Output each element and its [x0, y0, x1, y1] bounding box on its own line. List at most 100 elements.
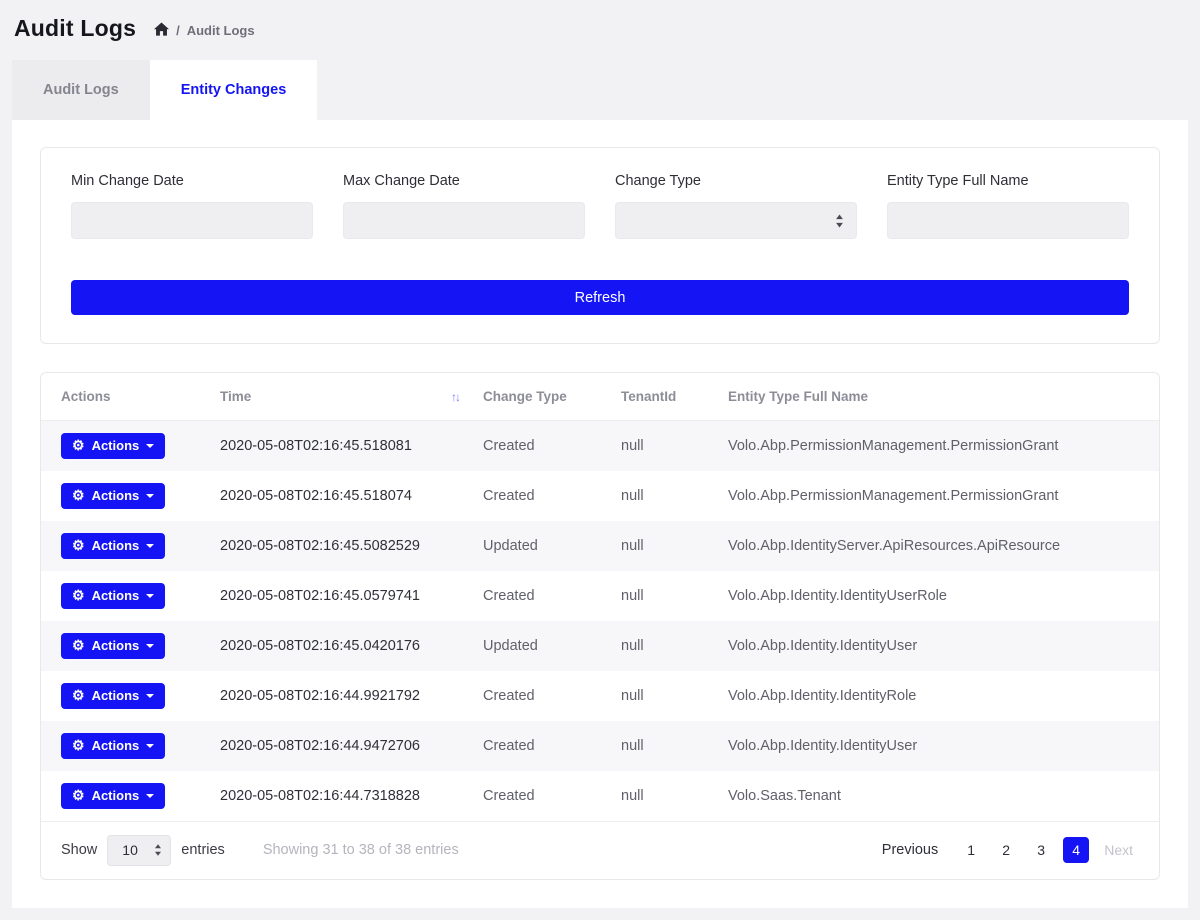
- cell-change-type: Updated: [471, 621, 609, 671]
- caret-down-icon: [146, 744, 154, 748]
- cell-tenant-id: null: [609, 621, 716, 671]
- row-actions-button[interactable]: ⚙Actions: [61, 683, 165, 709]
- caret-down-icon: [146, 544, 154, 548]
- caret-down-icon: [146, 444, 154, 448]
- min-change-date-label: Min Change Date: [71, 173, 313, 189]
- column-header-actions: Actions: [41, 373, 208, 421]
- change-type-label: Change Type: [615, 173, 857, 189]
- breadcrumb: / Audit Logs: [154, 23, 255, 38]
- cell-tenant-id: null: [609, 421, 716, 471]
- table-row: ⚙Actions 2020-05-08T02:16:45.0420176 Upd…: [41, 621, 1159, 671]
- cell-time: 2020-05-08T02:16:45.518081: [208, 421, 471, 471]
- pagination: Previous 1 2 3 4 Next: [876, 837, 1139, 863]
- row-actions-button[interactable]: ⚙Actions: [61, 483, 165, 509]
- row-actions-button[interactable]: ⚙Actions: [61, 533, 165, 559]
- min-change-date-input[interactable]: [71, 202, 313, 239]
- cell-change-type: Updated: [471, 521, 609, 571]
- column-header-tenant-id: TenantId: [609, 373, 716, 421]
- table-row: ⚙Actions 2020-05-08T02:16:44.9472706 Cre…: [41, 721, 1159, 771]
- field-change-type: Change Type: [615, 173, 857, 239]
- row-actions-button[interactable]: ⚙Actions: [61, 733, 165, 759]
- page-size-select[interactable]: 10: [107, 835, 171, 866]
- cell-time: 2020-05-08T02:16:45.518074: [208, 471, 471, 521]
- table-row: ⚙Actions 2020-05-08T02:16:45.518074 Crea…: [41, 471, 1159, 521]
- cell-time: 2020-05-08T02:16:44.9472706: [208, 721, 471, 771]
- table-row: ⚙Actions 2020-05-08T02:16:44.9921792 Cre…: [41, 671, 1159, 721]
- gear-icon: ⚙: [72, 538, 85, 552]
- cell-time: 2020-05-08T02:16:45.5082529: [208, 521, 471, 571]
- row-actions-button[interactable]: ⚙Actions: [61, 633, 165, 659]
- pagination-page-3[interactable]: 3: [1028, 837, 1054, 863]
- pagination-page-4[interactable]: 4: [1063, 837, 1089, 863]
- cell-entity-type: Volo.Abp.Identity.IdentityUser: [716, 621, 1159, 671]
- cell-change-type: Created: [471, 671, 609, 721]
- cell-time: 2020-05-08T02:16:45.0420176: [208, 621, 471, 671]
- gear-icon: ⚙: [72, 738, 85, 752]
- entity-changes-table-card: Actions Time ↑↓ Change Type TenantId Ent…: [40, 372, 1160, 880]
- tab-bar: Audit Logs Entity Changes: [12, 60, 1188, 120]
- cell-time: 2020-05-08T02:16:45.0579741: [208, 571, 471, 621]
- gear-icon: ⚙: [72, 688, 85, 702]
- gear-icon: ⚙: [72, 438, 85, 452]
- column-header-time[interactable]: Time ↑↓: [208, 373, 471, 421]
- cell-change-type: Created: [471, 421, 609, 471]
- column-header-entity-type: Entity Type Full Name: [716, 373, 1159, 421]
- cell-entity-type: Volo.Abp.Identity.IdentityUserRole: [716, 571, 1159, 621]
- row-actions-button[interactable]: ⚙Actions: [61, 783, 165, 809]
- cell-change-type: Created: [471, 721, 609, 771]
- refresh-button[interactable]: Refresh: [71, 280, 1129, 315]
- tab-audit-logs[interactable]: Audit Logs: [12, 60, 150, 120]
- entries-label: entries: [181, 842, 225, 858]
- cell-change-type: Created: [471, 571, 609, 621]
- cell-entity-type: Volo.Abp.Identity.IdentityUser: [716, 721, 1159, 771]
- cell-time: 2020-05-08T02:16:44.9921792: [208, 671, 471, 721]
- cell-tenant-id: null: [609, 771, 716, 821]
- show-label: Show: [61, 842, 97, 858]
- tab-entity-changes[interactable]: Entity Changes: [150, 60, 318, 120]
- table-row: ⚙Actions 2020-05-08T02:16:45.5082529 Upd…: [41, 521, 1159, 571]
- breadcrumb-current: Audit Logs: [187, 23, 255, 38]
- table-row: ⚙Actions 2020-05-08T02:16:45.0579741 Cre…: [41, 571, 1159, 621]
- cell-entity-type: Volo.Abp.PermissionManagement.Permission…: [716, 421, 1159, 471]
- row-actions-button[interactable]: ⚙Actions: [61, 583, 165, 609]
- cell-entity-type: Volo.Abp.IdentityServer.ApiResources.Api…: [716, 521, 1159, 571]
- max-change-date-input[interactable]: [343, 202, 585, 239]
- pagination-page-1[interactable]: 1: [958, 837, 984, 863]
- pagination-page-2[interactable]: 2: [993, 837, 1019, 863]
- entity-type-full-name-label: Entity Type Full Name: [887, 173, 1129, 189]
- cell-entity-type: Volo.Abp.PermissionManagement.Permission…: [716, 471, 1159, 521]
- caret-down-icon: [146, 644, 154, 648]
- entity-changes-table: Actions Time ↑↓ Change Type TenantId Ent…: [41, 373, 1159, 821]
- pagination-previous[interactable]: Previous: [876, 837, 944, 863]
- max-change-date-label: Max Change Date: [343, 173, 585, 189]
- caret-down-icon: [146, 594, 154, 598]
- gear-icon: ⚙: [72, 638, 85, 652]
- cell-time: 2020-05-08T02:16:44.7318828: [208, 771, 471, 821]
- caret-down-icon: [146, 494, 154, 498]
- filter-card: Min Change Date Max Change Date Change T…: [40, 147, 1160, 344]
- cell-entity-type: Volo.Saas.Tenant: [716, 771, 1159, 821]
- table-row: ⚙Actions 2020-05-08T02:16:44.7318828 Cre…: [41, 771, 1159, 821]
- page-title: Audit Logs: [14, 15, 136, 42]
- sort-icon[interactable]: ↑↓: [451, 390, 459, 404]
- gear-icon: ⚙: [72, 588, 85, 602]
- main-panel: Min Change Date Max Change Date Change T…: [12, 120, 1188, 908]
- column-header-change-type: Change Type: [471, 373, 609, 421]
- table-row: ⚙Actions 2020-05-08T02:16:45.518081 Crea…: [41, 421, 1159, 471]
- home-icon[interactable]: [154, 22, 169, 36]
- caret-down-icon: [146, 694, 154, 698]
- gear-icon: ⚙: [72, 788, 85, 802]
- cell-tenant-id: null: [609, 671, 716, 721]
- row-actions-button[interactable]: ⚙Actions: [61, 433, 165, 459]
- cell-tenant-id: null: [609, 471, 716, 521]
- change-type-select[interactable]: [615, 202, 857, 239]
- topbar: Audit Logs / Audit Logs: [0, 0, 1200, 53]
- pagination-next: Next: [1098, 837, 1139, 863]
- entity-type-full-name-input[interactable]: [887, 202, 1129, 239]
- cell-tenant-id: null: [609, 521, 716, 571]
- table-footer: Show 10 entries Showing 31 to 38 of 38 e…: [41, 821, 1159, 879]
- field-max-change-date: Max Change Date: [343, 173, 585, 239]
- cell-change-type: Created: [471, 771, 609, 821]
- table-header-row: Actions Time ↑↓ Change Type TenantId Ent…: [41, 373, 1159, 421]
- field-min-change-date: Min Change Date: [71, 173, 313, 239]
